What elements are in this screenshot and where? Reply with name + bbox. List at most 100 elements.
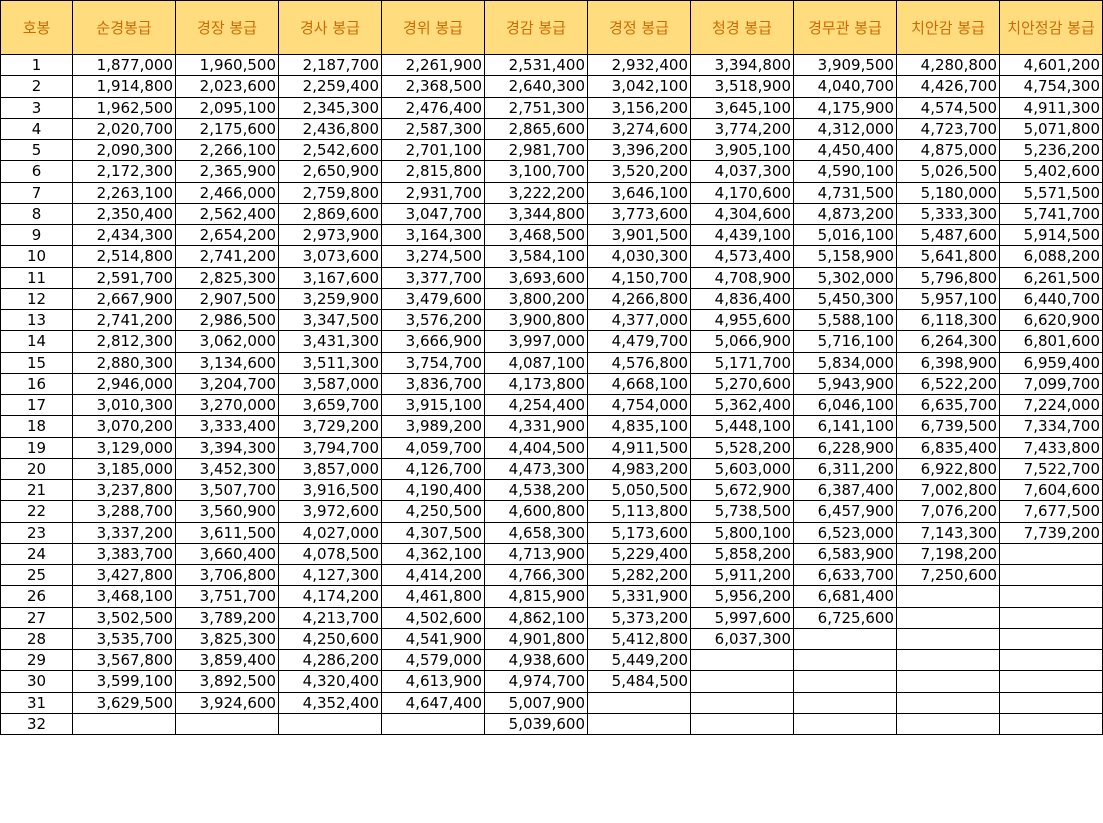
pay-cell: 3,270,000 (175, 393, 279, 417)
pay-cell: 3,754,700 (381, 351, 485, 374)
pay-cell: 2,187,700 (278, 53, 382, 77)
pay-cell: 2,095,100 (175, 96, 279, 119)
pay-cell: 7,433,800 (999, 436, 1103, 459)
pay-cell (793, 670, 897, 693)
pay-cell: 4,312,000 (793, 117, 897, 141)
pay-cell (175, 712, 279, 736)
pay-cell: 2,981,700 (484, 138, 588, 162)
pay-cell: 3,070,200 (72, 415, 176, 438)
pay-cell (999, 670, 1103, 693)
pay-cell: 3,584,100 (484, 245, 588, 268)
pay-cell: 2,907,500 (175, 287, 279, 311)
pay-cell: 3,507,700 (175, 478, 279, 502)
pay-cell: 3,836,700 (381, 372, 485, 396)
table-row: 11 2,591,700 2,825,300 3,167,600 3,377,700 3,… (0, 266, 1103, 289)
pay-cell: 4,862,100 (484, 606, 588, 629)
pay-cell: 6,088,200 (999, 245, 1103, 268)
pay-cell: 6,311,200 (793, 457, 897, 481)
pay-cell: 4,600,800 (484, 500, 588, 523)
step-cell: 13 (0, 308, 73, 332)
pay-cell: 6,457,900 (793, 500, 897, 523)
table-row: 19 3,129,000 3,394,300 3,794,700 4,059,700 4,… (0, 436, 1103, 459)
table-row: 29 3,567,800 3,859,400 4,286,200 4,579,000 4,… (0, 648, 1103, 672)
step-cell: 7 (0, 181, 73, 204)
pay-cell: 2,812,300 (72, 330, 176, 353)
pay-cell: 3,645,100 (690, 96, 794, 119)
table-row: 22 3,288,700 3,560,900 3,972,600 4,250,500 4,… (0, 500, 1103, 523)
pay-cell: 3,337,200 (72, 521, 176, 544)
pay-cell: 4,647,400 (381, 691, 485, 714)
pay-cell: 6,398,900 (896, 351, 1000, 374)
pay-cell: 2,261,900 (381, 53, 485, 77)
pay-cell: 2,023,600 (175, 75, 279, 98)
table-body: 1 1,877,000 1,960,500 2,187,700 2,261,900 2,5… (0, 53, 1103, 736)
pay-cell: 3,129,000 (72, 436, 176, 459)
pay-cell: 1,962,500 (72, 96, 176, 119)
pay-cell: 5,858,200 (690, 542, 794, 566)
table-row: 10 2,514,800 2,741,200 3,073,600 3,274,500 3,… (0, 245, 1103, 268)
pay-cell: 3,773,600 (587, 202, 691, 226)
header-chiangam: 치안감 봉급 (896, 0, 1000, 55)
pay-cell: 3,611,500 (175, 521, 279, 544)
pay-cell: 4,320,400 (278, 670, 382, 693)
pay-cell: 4,836,400 (690, 287, 794, 311)
pay-cell: 5,834,000 (793, 351, 897, 374)
pay-cell: 3,924,600 (175, 691, 279, 714)
table-row: 32 5,039,600 (0, 712, 1103, 736)
step-cell: 19 (0, 436, 73, 459)
pay-cell: 6,261,500 (999, 266, 1103, 289)
pay-cell: 5,373,200 (587, 606, 691, 629)
step-cell: 18 (0, 415, 73, 438)
pay-cell: 2,825,300 (175, 266, 279, 289)
header-gyeongmugwan: 경무관 봉급 (793, 0, 897, 55)
step-cell: 16 (0, 372, 73, 396)
header-gyeongwi: 경위 봉급 (381, 0, 485, 55)
pay-cell: 2,880,300 (72, 351, 176, 374)
pay-cell: 4,362,100 (381, 542, 485, 566)
pay-cell: 4,304,600 (690, 202, 794, 226)
pay-cell: 2,815,800 (381, 160, 485, 183)
table-row: 16 2,946,000 3,204,700 3,587,000 3,836,700 4,… (0, 372, 1103, 396)
pay-cell: 5,957,100 (896, 287, 1000, 311)
step-cell: 1 (0, 53, 73, 77)
step-cell: 12 (0, 287, 73, 311)
pay-cell: 3,693,600 (484, 266, 588, 289)
pay-cell: 3,185,000 (72, 457, 176, 481)
pay-cell (896, 670, 1000, 693)
pay-cell (999, 691, 1103, 714)
pay-cell: 4,426,700 (896, 75, 1000, 98)
pay-cell (896, 585, 1000, 608)
pay-cell: 3,347,500 (278, 308, 382, 332)
pay-cell: 6,681,400 (793, 585, 897, 608)
pay-cell: 2,591,700 (72, 266, 176, 289)
pay-cell: 3,892,500 (175, 670, 279, 693)
pay-cell: 4,213,700 (278, 606, 382, 629)
pay-cell: 4,331,900 (484, 415, 588, 438)
pay-cell: 3,587,000 (278, 372, 382, 396)
pay-cell: 4,450,400 (793, 138, 897, 162)
pay-cell (793, 691, 897, 714)
pay-cell (999, 648, 1103, 672)
pay-cell: 3,629,500 (72, 691, 176, 714)
pay-cell (690, 691, 794, 714)
pay-cell: 5,180,000 (896, 181, 1000, 204)
pay-cell: 3,010,300 (72, 393, 176, 417)
step-cell: 32 (0, 712, 73, 736)
pay-cell: 4,150,700 (587, 266, 691, 289)
pay-cell: 2,667,900 (72, 287, 176, 311)
pay-cell: 5,158,900 (793, 245, 897, 268)
table-row: 26 3,468,100 3,751,700 4,174,200 4,461,800 4,… (0, 585, 1103, 608)
pay-cell: 4,911,300 (999, 96, 1103, 119)
pay-cell: 4,059,700 (381, 436, 485, 459)
pay-cell: 3,599,100 (72, 670, 176, 693)
pay-cell: 5,066,900 (690, 330, 794, 353)
pay-cell: 5,270,600 (690, 372, 794, 396)
pay-cell: 4,574,500 (896, 96, 1000, 119)
pay-cell: 2,562,400 (175, 202, 279, 226)
pay-cell: 6,633,700 (793, 563, 897, 587)
pay-cell (793, 648, 897, 672)
pay-cell: 7,002,800 (896, 478, 1000, 502)
pay-cell: 6,922,800 (896, 457, 1000, 481)
pay-cell: 2,514,800 (72, 245, 176, 268)
table-row: 27 3,502,500 3,789,200 4,213,700 4,502,600 4,… (0, 606, 1103, 629)
